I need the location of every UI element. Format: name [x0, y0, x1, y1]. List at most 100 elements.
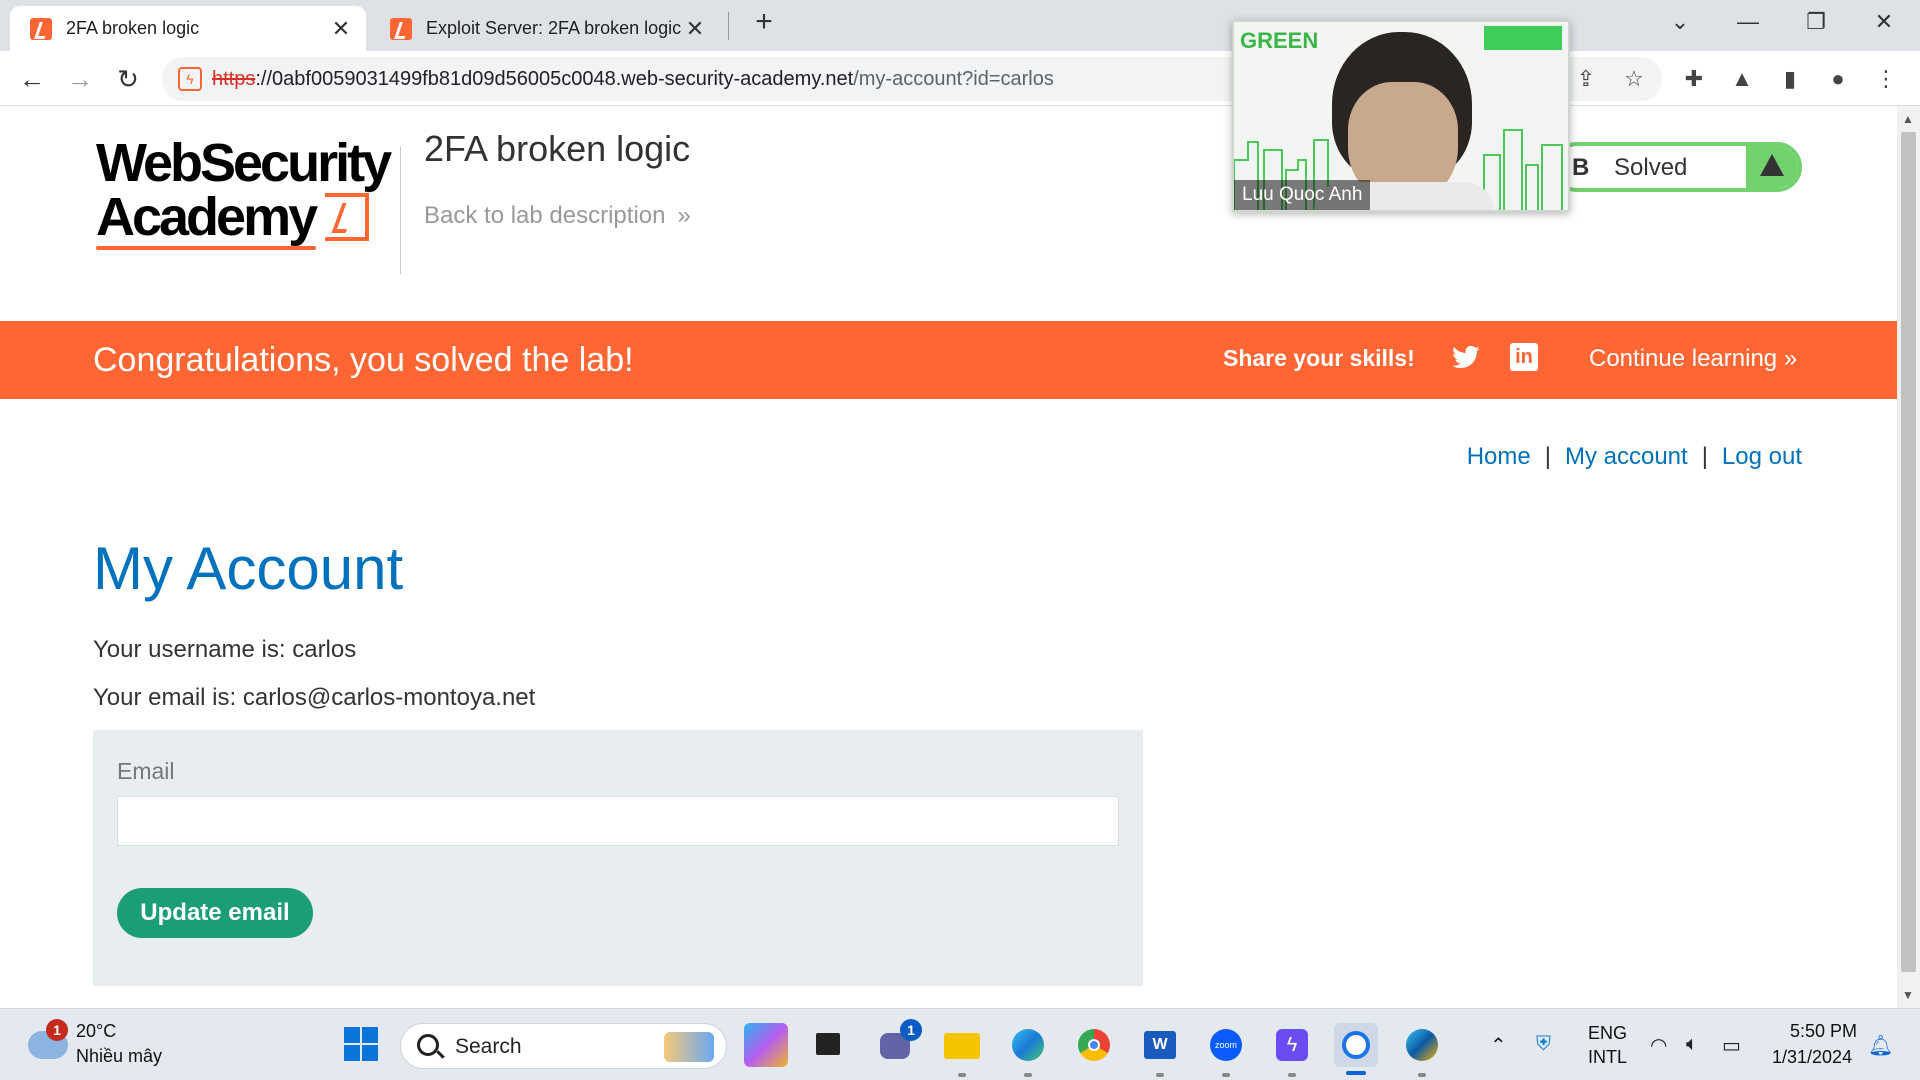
tab-exploit-server[interactable]: Exploit Server: 2FA broken logic ✕: [370, 6, 720, 51]
scrollbar-thumb[interactable]: [1901, 132, 1916, 972]
wifi-icon[interactable]: ◠: [1650, 1033, 1667, 1058]
clock-date[interactable]: 1/31/2024: [1772, 1047, 1852, 1068]
congrats-message: Congratulations, you solved the lab!: [93, 341, 634, 379]
burp-suite-icon[interactable]: ϟ: [1270, 1023, 1314, 1077]
windows-logo-icon: [344, 1027, 360, 1043]
scroll-down-arrow-icon[interactable]: ▼: [1902, 988, 1914, 1002]
edge-glyph: [1012, 1029, 1044, 1061]
close-window-button[interactable]: ✕: [1864, 4, 1904, 40]
linkedin-icon[interactable]: in: [1510, 343, 1538, 371]
zoom-icon[interactable]: zoom: [1204, 1023, 1248, 1077]
scroll-up-arrow-icon[interactable]: ▲: [1902, 112, 1914, 126]
tab-search-icon[interactable]: ⌄: [1660, 4, 1700, 40]
close-tab-icon[interactable]: ✕: [682, 16, 708, 42]
video-call-overlay[interactable]: GREEN Luu Quoc Anh: [1232, 20, 1570, 212]
tab-2fa-broken-logic[interactable]: 2FA broken logic ✕: [10, 6, 366, 51]
notification-bell-icon[interactable]: 🔔︎: [1868, 1033, 1893, 1058]
labs-icon[interactable]: ▲: [1724, 61, 1760, 97]
tab-bar: 2FA broken logic ✕ Exploit Server: 2FA b…: [0, 0, 1920, 51]
back-icon[interactable]: ←: [14, 61, 50, 97]
word-glyph: W: [1144, 1031, 1176, 1059]
task-view-glyph: [816, 1033, 840, 1055]
continue-learning-label: Continue learning: [1589, 345, 1778, 372]
folder-glyph: [944, 1033, 980, 1059]
reload-icon[interactable]: ↻: [110, 61, 146, 97]
menu-icon[interactable]: ⋮: [1868, 61, 1904, 97]
new-tab-button[interactable]: +: [744, 4, 784, 40]
taskbar-search[interactable]: Search: [400, 1023, 727, 1069]
logo-line2: Academy: [96, 187, 318, 247]
teams-badge: 1: [900, 1019, 922, 1041]
chrome-active-glyph: [1342, 1031, 1370, 1059]
nav-separator: |: [1544, 443, 1551, 470]
change-email-form: Email Update email: [93, 730, 1143, 986]
not-secure-icon[interactable]: ϟ: [178, 67, 202, 91]
extensions-icon[interactable]: ✚: [1676, 61, 1712, 97]
zoom-glyph: zoom: [1210, 1029, 1242, 1061]
url-host: ://0abf0059031499fb81d09d56005c0048.web-…: [255, 68, 854, 90]
battery-icon[interactable]: ▭: [1722, 1033, 1741, 1058]
file-explorer-icon[interactable]: [940, 1023, 984, 1077]
running-indicator: [958, 1073, 966, 1077]
input-language[interactable]: ENG: [1588, 1023, 1627, 1044]
username-text: Your username is: carlos: [93, 636, 357, 663]
nav-home-link[interactable]: Home: [1467, 443, 1531, 470]
running-indicator: [1024, 1073, 1032, 1077]
minimize-button[interactable]: —: [1728, 4, 1768, 40]
back-link-label: Back to lab description: [424, 202, 666, 229]
word-icon[interactable]: W: [1138, 1023, 1182, 1077]
url-text[interactable]: https://0abf0059031499fb81d09d56005c0048…: [212, 68, 1054, 91]
page-scrollbar[interactable]: ▲ ▼: [1897, 106, 1920, 1008]
logo-line1: WebSecurity: [96, 133, 392, 193]
url-scheme: https: [212, 68, 256, 90]
edge-dev-icon[interactable]: [1400, 1023, 1444, 1077]
running-indicator: [1418, 1073, 1426, 1077]
nav-log-out-link[interactable]: Log out: [1722, 443, 1802, 470]
defender-shield-icon[interactable]: ⛨: [1536, 1033, 1551, 1056]
double-chevron-right-icon: »: [677, 202, 691, 229]
share-icon[interactable]: ⇪: [1568, 61, 1604, 97]
active-indicator: [1346, 1071, 1366, 1075]
web-page: WebSecurity Academy 2FA broken logic Bac…: [0, 106, 1897, 1008]
forward-icon[interactable]: →: [62, 61, 98, 97]
clock-time[interactable]: 5:50 PM: [1790, 1021, 1857, 1042]
portswigger-favicon-icon: [390, 17, 412, 40]
weather-description[interactable]: Nhiều mây: [76, 1046, 162, 1067]
sidepanel-icon[interactable]: ▮: [1772, 61, 1808, 97]
nav-my-account-link[interactable]: My account: [1565, 443, 1688, 470]
update-email-button[interactable]: Update email: [117, 888, 313, 938]
participant-name: Luu Quoc Anh: [1234, 180, 1371, 210]
chrome-icon[interactable]: [1072, 1023, 1116, 1067]
weather-temperature[interactable]: 20°C: [76, 1021, 116, 1042]
tab-title: Exploit Server: 2FA broken logic: [426, 18, 682, 38]
chrome-active-icon[interactable]: [1334, 1023, 1378, 1075]
start-button[interactable]: [340, 1023, 384, 1067]
twitter-icon[interactable]: [1450, 343, 1482, 373]
close-tab-icon[interactable]: ✕: [328, 16, 354, 42]
restore-button[interactable]: ❐: [1796, 4, 1836, 40]
continue-learning-link[interactable]: Continue learning »: [1589, 345, 1797, 373]
teams-chat-icon[interactable]: 1: [874, 1019, 922, 1067]
search-placeholder: Search: [455, 1035, 522, 1058]
task-view-icon[interactable]: [806, 1023, 850, 1067]
flask-icon: [1746, 146, 1798, 188]
email-input[interactable]: [117, 796, 1119, 846]
running-indicator: [1156, 1073, 1164, 1077]
search-icon: [417, 1034, 439, 1056]
back-to-lab-description-link[interactable]: Back to lab description »: [424, 202, 691, 230]
logo-underline: [96, 246, 316, 250]
lab-status-badge: B Solved: [1552, 142, 1802, 192]
copilot-icon[interactable]: [744, 1023, 788, 1067]
running-indicator: [1222, 1073, 1230, 1077]
web-security-academy-logo[interactable]: WebSecurity Academy: [96, 133, 396, 250]
green-logo: GREEN: [1240, 28, 1319, 53]
portswigger-favicon-icon: [30, 17, 52, 40]
show-hidden-icons-icon[interactable]: ⌃: [1490, 1033, 1507, 1058]
edge-dev-glyph: [1406, 1029, 1438, 1061]
lightning-icon: [325, 193, 370, 241]
input-layout[interactable]: INTL: [1588, 1047, 1627, 1068]
edge-icon[interactable]: [1006, 1023, 1050, 1077]
star-icon[interactable]: ☆: [1616, 61, 1652, 97]
volume-icon[interactable]: 🔈︎: [1686, 1033, 1698, 1056]
profile-icon[interactable]: ●: [1820, 61, 1856, 97]
